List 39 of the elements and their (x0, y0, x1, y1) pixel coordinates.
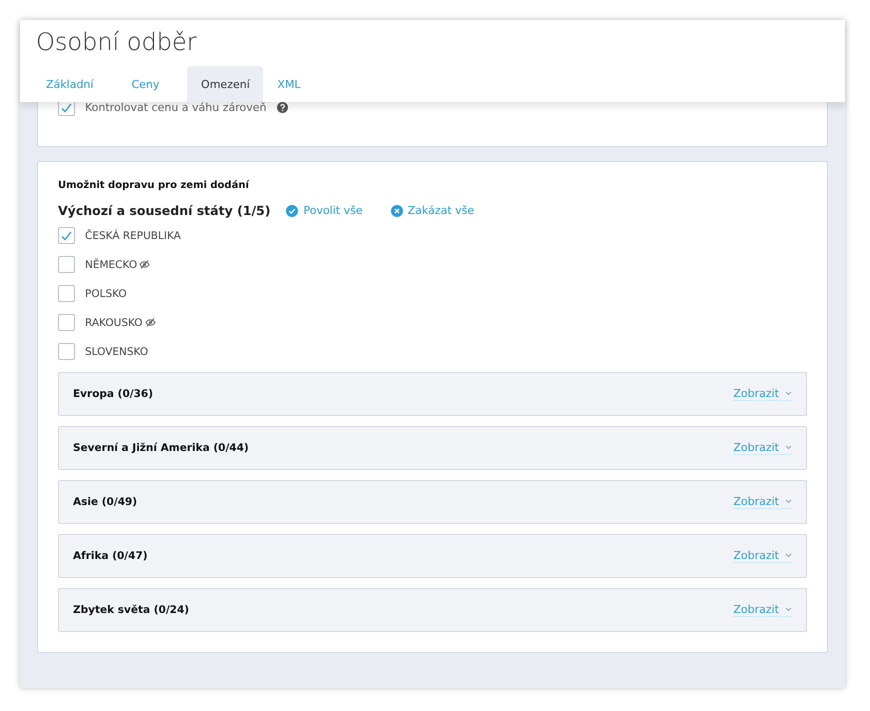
option-label: Kontrolovat cenu a váhu zároveň (85, 101, 266, 114)
show-link[interactable]: Zobrazit (733, 603, 792, 617)
show-link[interactable]: Zobrazit (733, 495, 792, 509)
chevron-down-icon (785, 445, 792, 450)
checkmark-icon (61, 230, 72, 240)
show-link[interactable]: Zobrazit (733, 387, 792, 401)
enable-all-link[interactable]: Povolit vše (286, 204, 363, 217)
tab[interactable]: XML (267, 66, 311, 102)
show-link[interactable]: Zobrazit (733, 549, 792, 563)
checkbox[interactable] (58, 343, 75, 360)
checkbox[interactable] (58, 285, 75, 302)
checkbox[interactable] (58, 256, 75, 273)
group-title: Výchozí a sousední státy (1/5) (58, 203, 270, 218)
chevron-down-icon (785, 607, 792, 612)
country-label: SLOVENSKO (85, 346, 148, 358)
chevron-down-icon (785, 553, 792, 558)
tab[interactable]: Omezení (187, 66, 264, 102)
region-title: Severní a Jižní Amerika (0/44) (73, 442, 249, 454)
chevron-down-icon (785, 499, 792, 504)
checkbox[interactable] (58, 227, 75, 244)
check-circle-icon (286, 204, 298, 216)
region-title: Evropa (0/36) (73, 388, 154, 400)
tab[interactable]: Ceny (121, 66, 170, 102)
chevron-down-icon (785, 391, 792, 396)
country-label: NĚMECKO (85, 258, 138, 270)
country-label: RAKOUSKO (85, 316, 143, 328)
region-title: Asie (0/49) (73, 496, 138, 508)
country-label: POLSKO (85, 288, 127, 300)
region-title: Afrika (0/47) (73, 550, 148, 562)
checkbox[interactable] (58, 314, 75, 331)
checkmark-icon (61, 102, 72, 112)
window-title: Osobní odběr (36, 28, 198, 56)
region-title: Zbytek světa (0/24) (73, 604, 190, 616)
country-label: ČESKÁ REPUBLIKA (85, 230, 181, 242)
disable-all-link[interactable]: Zakázat vše (390, 204, 474, 217)
close-circle-icon (390, 204, 403, 216)
show-link[interactable]: Zobrazit (733, 441, 792, 455)
section-title: Umožnit dopravu pro zemi dodání (58, 180, 250, 191)
tab[interactable]: Základní (36, 66, 104, 102)
